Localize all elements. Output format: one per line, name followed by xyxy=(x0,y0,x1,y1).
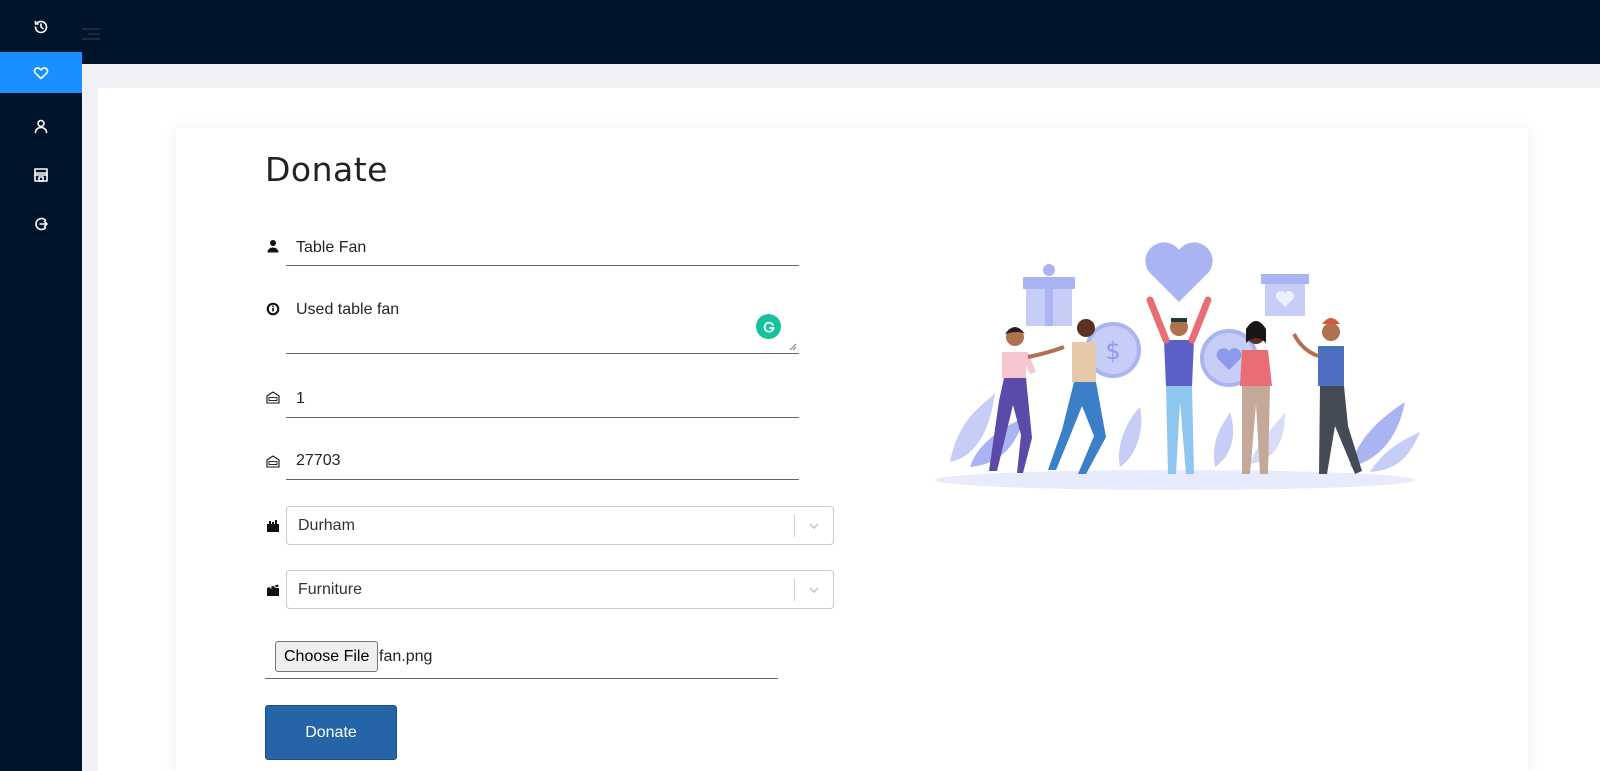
zip-icon xyxy=(265,454,280,469)
category-icon xyxy=(265,582,280,597)
category-select-value: Furniture xyxy=(298,581,363,598)
donate-submit-button[interactable]: Donate xyxy=(265,705,397,760)
city-icon xyxy=(265,518,280,533)
sidebar-item-history[interactable] xyxy=(0,6,82,47)
top-bar xyxy=(82,0,1600,64)
sidebar-item-profile[interactable] xyxy=(0,105,82,146)
sidebar-item-donate[interactable] xyxy=(0,52,82,93)
menu-toggle-icon[interactable] xyxy=(82,28,100,42)
page-title: Donate xyxy=(265,150,388,189)
donation-illustration: $ xyxy=(935,242,1420,490)
chevron-down-icon xyxy=(809,523,819,530)
city-select[interactable]: Durham xyxy=(286,506,834,545)
info-icon xyxy=(265,301,280,316)
store-icon xyxy=(34,167,48,182)
resize-grip-icon[interactable] xyxy=(788,342,797,351)
file-upload-field: Choose File fan.png xyxy=(265,640,778,679)
select-separator xyxy=(794,579,795,601)
zipcode-input[interactable] xyxy=(286,444,799,478)
item-name-field xyxy=(286,232,799,266)
svg-text:$: $ xyxy=(1105,337,1120,365)
choose-file-button[interactable]: Choose File xyxy=(275,641,379,672)
user-icon xyxy=(34,119,48,133)
quantity-input[interactable] xyxy=(286,382,799,416)
person-icon xyxy=(265,238,280,253)
chevron-down-icon xyxy=(809,587,819,594)
city-select-value: Durham xyxy=(298,517,355,534)
item-name-input[interactable] xyxy=(286,232,799,264)
heart-icon xyxy=(33,66,49,79)
grammarly-icon[interactable] xyxy=(756,314,781,339)
history-icon xyxy=(34,20,48,33)
sidebar-item-logout[interactable] xyxy=(0,203,82,244)
select-separator xyxy=(794,515,795,537)
zip-icon xyxy=(265,390,280,405)
quantity-field xyxy=(286,382,799,418)
sidebar-item-store[interactable] xyxy=(0,154,82,195)
logout-icon xyxy=(35,217,48,230)
description-field: Used table fan xyxy=(286,294,799,356)
sidebar xyxy=(0,0,82,771)
description-textarea[interactable]: Used table fan xyxy=(286,294,799,356)
category-select[interactable]: Furniture xyxy=(286,570,834,609)
zipcode-field xyxy=(286,444,799,480)
file-name-label: fan.png xyxy=(379,648,433,665)
